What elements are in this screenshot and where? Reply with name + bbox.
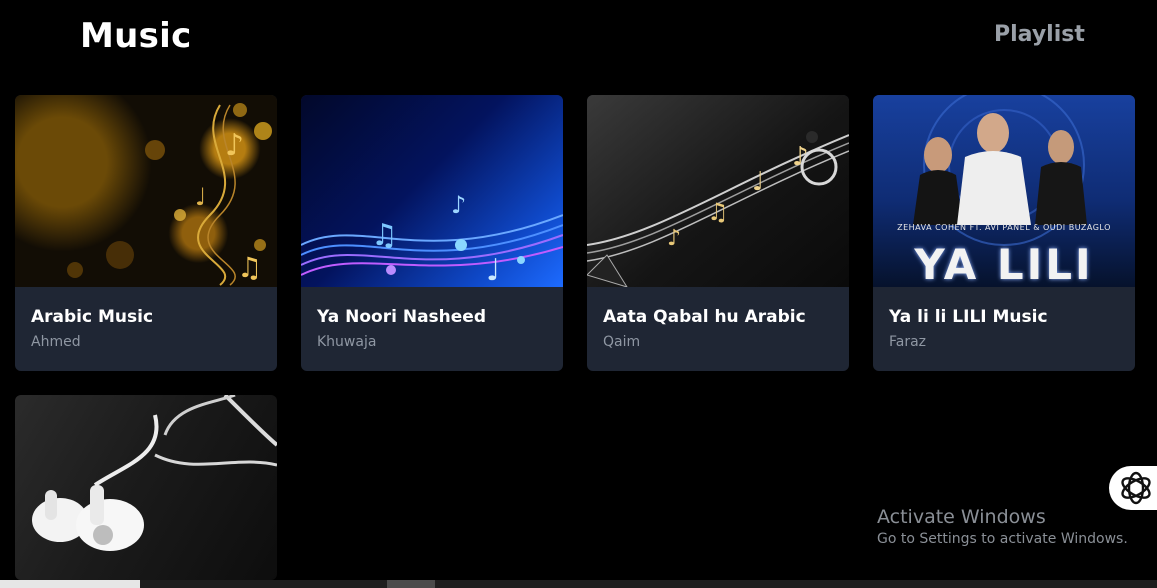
- windows-activation-watermark: Activate Windows Go to Settings to activ…: [877, 506, 1128, 547]
- album-caption: ZEHAVA COHEN FT. AVI PANEL & OUDI BUZAGL…: [897, 223, 1111, 232]
- scrollbar-segment: [387, 580, 435, 588]
- svg-text:♩: ♩: [195, 183, 206, 211]
- svg-text:♫: ♫: [707, 198, 729, 226]
- app-logo[interactable]: Music: [80, 16, 192, 56]
- svg-text:♩: ♩: [752, 167, 764, 197]
- song-artist: Faraz: [889, 334, 927, 350]
- svg-text:♫: ♫: [371, 218, 398, 253]
- card-info: Aata Qabal hu Arabic Qaim: [587, 287, 849, 371]
- song-card-ya-li-li-lili-music[interactable]: ZEHAVA COHEN FT. AVI PANEL & OUDI BUZAGL…: [873, 95, 1135, 371]
- song-thumbnail: ZEHAVA COHEN FT. AVI PANEL & OUDI BUZAGL…: [873, 95, 1135, 287]
- song-card-aata-qabal-hu-arabic[interactable]: ♪ ♫ ♩ ♪ Aata Qabal hu Arabic Qaim: [587, 95, 849, 371]
- card-info: Ya Noori Nasheed Khuwaja: [301, 287, 563, 371]
- song-title: Ya li li LILI Music: [889, 307, 1048, 327]
- song-thumbnail: [15, 395, 277, 580]
- blue-notes-art: ♫ ♪ ♩: [301, 191, 563, 287]
- song-thumbnail: ♪ ♫ ♩ ♪: [587, 95, 849, 287]
- song-title: Ya Noori Nasheed: [317, 307, 487, 327]
- openai-logo-icon: [1121, 471, 1151, 505]
- assistant-floating-button[interactable]: [1109, 466, 1157, 510]
- song-title: Aata Qabal hu Arabic: [603, 307, 806, 327]
- card-info: Ya li li LILI Music Faraz: [873, 287, 1135, 371]
- watermark-title: Activate Windows: [877, 506, 1046, 528]
- song-card-earphones[interactable]: [15, 395, 277, 580]
- svg-text:♩: ♩: [486, 253, 500, 287]
- header: Music Playlist: [0, 0, 1157, 80]
- watermark-subtitle: Go to Settings to activate Windows.: [877, 531, 1128, 547]
- song-artist: Qaim: [603, 334, 641, 350]
- song-thumbnail: ♫ ♪ ♩: [301, 95, 563, 287]
- svg-text:♪: ♪: [667, 226, 681, 251]
- song-card-arabic-music[interactable]: ♪ ♫ ♩ Arabic Music Ahmed: [15, 95, 277, 371]
- svg-text:♪: ♪: [451, 191, 466, 219]
- golden-notes-art: ♪ ♫ ♩: [67, 103, 272, 286]
- silver-notes-art: ♪ ♫ ♩ ♪: [587, 131, 849, 287]
- card-info: Arabic Music Ahmed: [15, 287, 277, 371]
- horizontal-scrollbar[interactable]: [0, 580, 1157, 588]
- song-artist: Ahmed: [31, 334, 81, 350]
- song-thumbnail: ♪ ♫ ♩: [15, 95, 277, 287]
- scrollbar-thumb[interactable]: [0, 580, 140, 588]
- album-logo: YA LILI: [914, 240, 1094, 287]
- song-card-ya-noori-nasheed[interactable]: ♫ ♪ ♩ Ya Noori Nasheed Khuwaja: [301, 95, 563, 371]
- nav-playlist-link[interactable]: Playlist: [994, 22, 1085, 47]
- earphones-art: [32, 395, 277, 551]
- svg-text:♪: ♪: [225, 128, 244, 163]
- song-artist: Khuwaja: [317, 334, 377, 350]
- song-title: Arabic Music: [31, 307, 154, 327]
- svg-text:♫: ♫: [237, 251, 262, 284]
